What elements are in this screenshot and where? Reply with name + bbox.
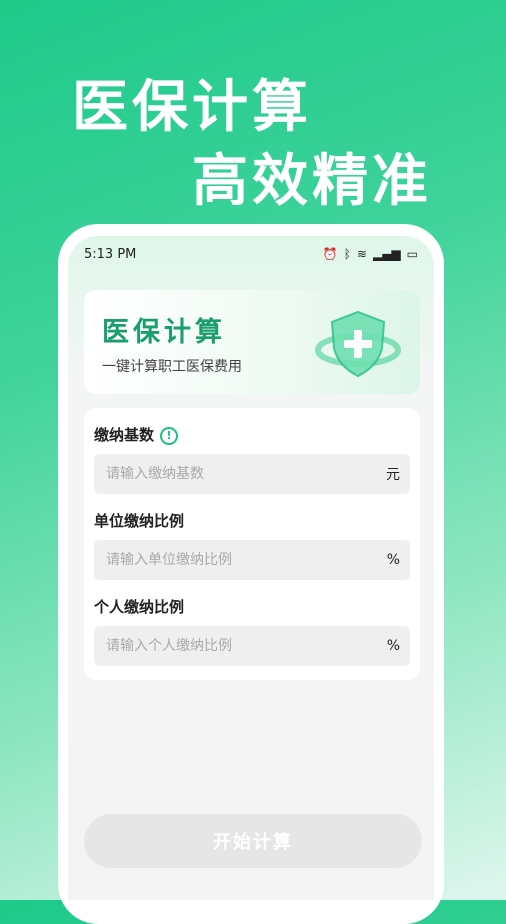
unit-percent: % (386, 638, 400, 654)
company-rate-input-box: % (94, 540, 410, 580)
banner: 医保计算 一键计算职工医保费用 (84, 290, 420, 394)
info-icon[interactable]: ! (160, 426, 179, 445)
start-calculate-button[interactable]: 开始计算 (84, 814, 422, 868)
banner-title: 医保计算 (102, 317, 226, 348)
battery-icon: ▭ (406, 247, 418, 261)
company-rate-input[interactable] (104, 551, 368, 569)
headline-line1: 医保计算 (72, 75, 312, 140)
banner-subtitle: 一键计算职工医保费用 (102, 359, 242, 375)
wifi-icon: ≋ (356, 247, 367, 261)
status-time: 5:13 PM (84, 246, 137, 262)
signal-icon: ▂▄▆ (372, 247, 401, 261)
unit-yuan: 元 (386, 467, 400, 483)
field-label-company-rate: 单位缴纳比例 (94, 512, 185, 530)
app-screen: 5:13 PM ⏰ ᛒ ≋ ▂▄▆ ▭ 医保计算 一键计算职工医保费用 缴纳基数… (68, 236, 434, 900)
form-card: 缴纳基数! 元 单位缴纳比例 % 个人缴纳比例 % (84, 408, 420, 680)
base-input-box: 元 (94, 454, 410, 494)
bluetooth-icon: ᛒ (343, 247, 351, 261)
base-input[interactable] (104, 465, 368, 483)
field-label-base: 缴纳基数! (94, 424, 179, 445)
status-bar: 5:13 PM ⏰ ᛒ ≋ ▂▄▆ ▭ (68, 236, 434, 272)
alarm-icon: ⏰ (322, 247, 338, 261)
headline-line2: 高效精准 (192, 149, 432, 214)
field-label-personal-rate: 个人缴纳比例 (94, 598, 185, 616)
personal-rate-input-box: % (94, 626, 410, 666)
unit-percent: % (386, 552, 400, 568)
personal-rate-input[interactable] (104, 637, 368, 655)
shield-icon (315, 310, 401, 378)
status-icons: ⏰ ᛒ ≋ ▂▄▆ ▭ (323, 247, 418, 261)
